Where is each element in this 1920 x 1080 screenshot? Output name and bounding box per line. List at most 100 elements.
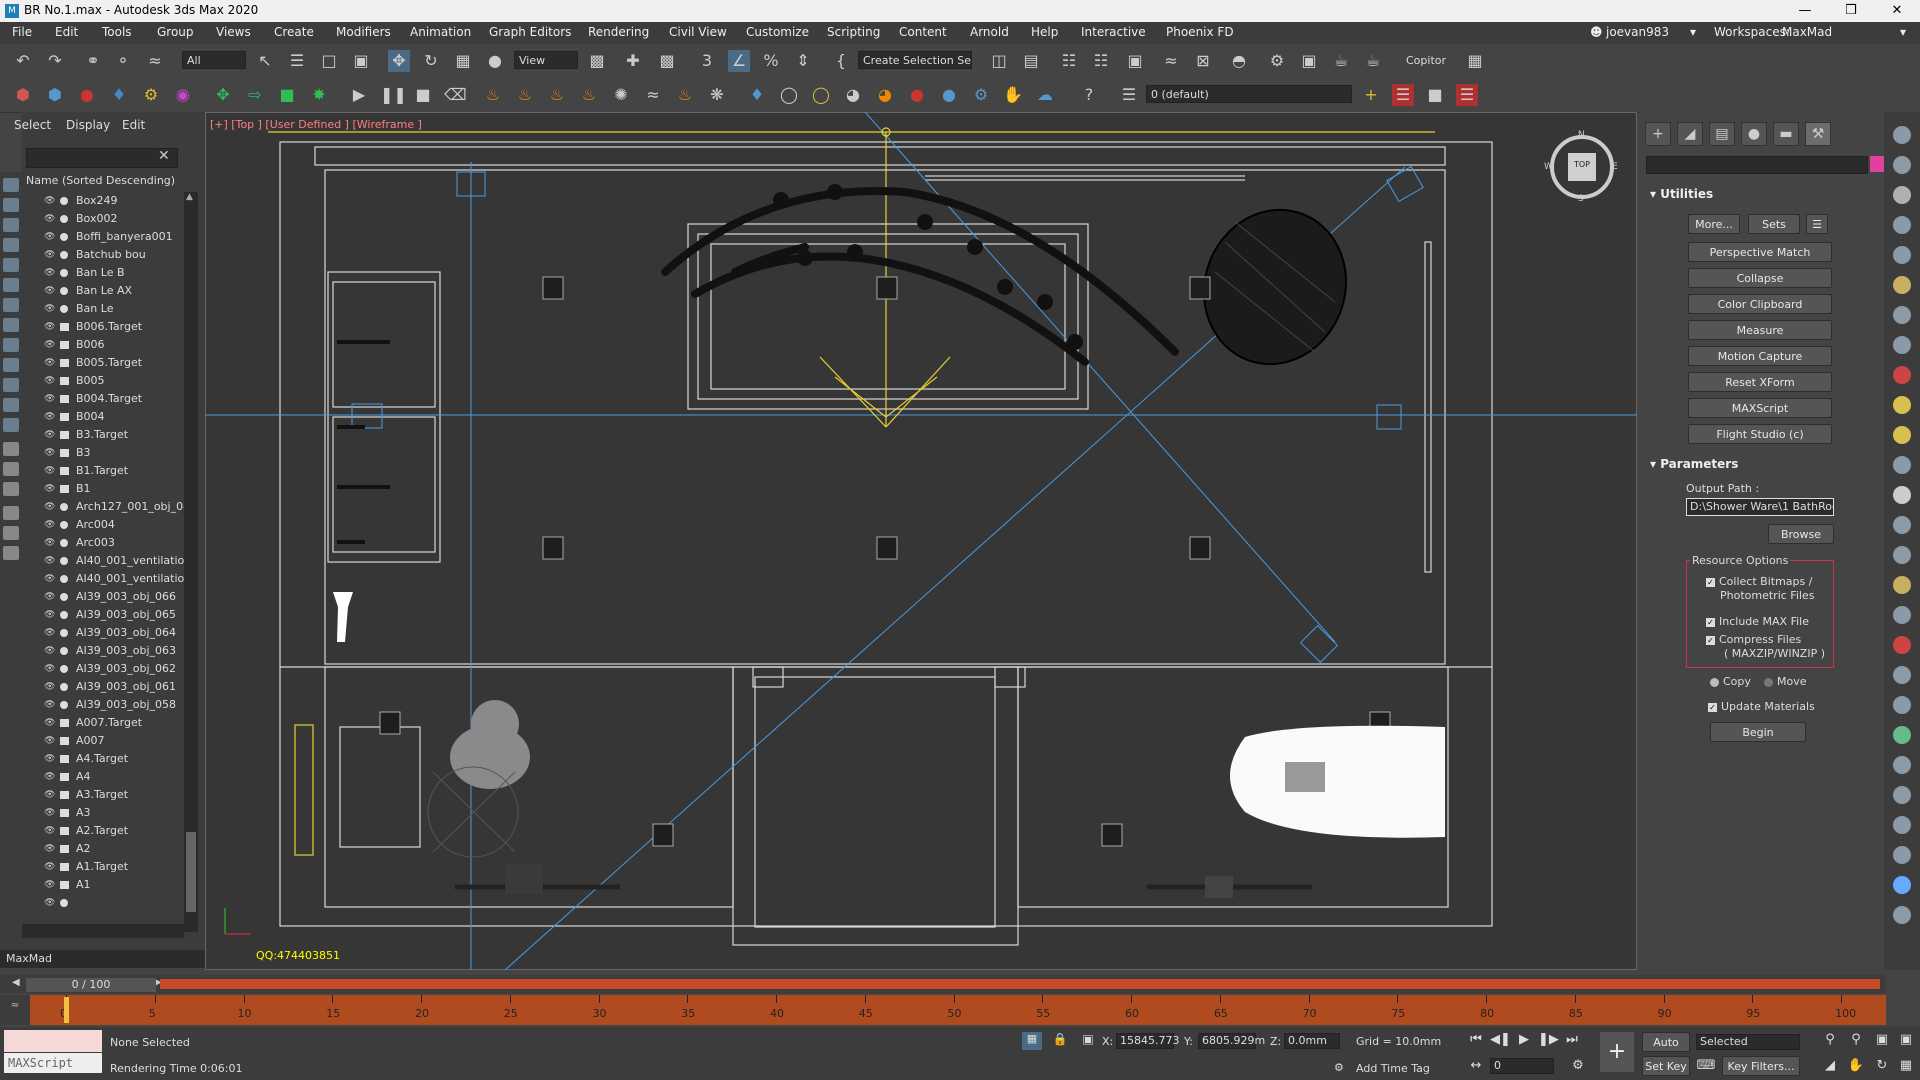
bowl-icon[interactable]: ◕ <box>842 84 864 106</box>
plugin-tool-icon[interactable] <box>1893 576 1911 594</box>
user-icon[interactable]: ☻ <box>1590 25 1603 39</box>
menu-tools[interactable]: Tools <box>102 25 132 39</box>
ocean-icon[interactable]: ◕ <box>874 84 896 106</box>
list-item[interactable]: 👁 B006.Target <box>22 318 184 336</box>
visibility-eye-icon[interactable]: 👁 <box>44 570 55 588</box>
bucket-icon[interactable]: ◯ <box>810 84 832 106</box>
list-item[interactable]: 👁 A3 <box>22 804 184 822</box>
include-max-file-checkbox[interactable]: ✓ Include MAX File <box>1706 615 1809 628</box>
glass-icon[interactable]: ◯ <box>778 84 800 106</box>
begin-button[interactable]: Begin <box>1710 722 1806 742</box>
sim-blue-icon[interactable]: ● <box>938 84 960 106</box>
ribbon-icon[interactable]: ▣ <box>1124 50 1146 72</box>
explorer-tool-icon[interactable] <box>3 318 19 332</box>
visibility-eye-icon[interactable]: 👁 <box>44 498 55 516</box>
key-tangent-icon[interactable]: ⌨ <box>1696 1056 1716 1076</box>
menu-animation[interactable]: Animation <box>410 25 471 39</box>
explorer-tool-icon[interactable] <box>3 398 19 412</box>
hierarchy-tab-icon[interactable]: ▤ <box>1709 122 1735 146</box>
snaps-toggle-icon[interactable]: 3 <box>696 50 718 72</box>
display-tab-icon[interactable]: ▬ <box>1773 122 1799 146</box>
zoom-extents-all-icon[interactable]: ▣ <box>1896 1030 1916 1050</box>
scene-explorer-icon[interactable]: ☷ <box>1058 50 1080 72</box>
plugin-tool-icon[interactable] <box>1893 876 1911 894</box>
list-item[interactable]: 👁 B1 <box>22 480 184 498</box>
visibility-eye-icon[interactable]: 👁 <box>44 894 55 912</box>
list-item[interactable]: 👁 Ban Le AX <box>22 282 184 300</box>
explorer-tool-icon[interactable] <box>3 506 19 520</box>
tab-edit[interactable]: Edit <box>122 118 145 132</box>
tab-select[interactable]: Select <box>14 118 51 132</box>
list-item[interactable]: 👁 AI39_003_obj_061 <box>22 678 184 696</box>
zoom-extents-icon[interactable]: ▣ <box>1872 1030 1892 1050</box>
visibility-eye-icon[interactable]: 👁 <box>44 786 55 804</box>
browse-button[interactable]: Browse <box>1768 524 1834 544</box>
workspace-select[interactable]: MaxMad <box>1782 25 1832 39</box>
lock-icon[interactable]: 🔒 <box>1050 1032 1070 1050</box>
list-item[interactable]: 👁 Arc004 <box>22 516 184 534</box>
utilities-tab-icon[interactable]: ⚒ <box>1805 122 1831 146</box>
explorer-tool-icon[interactable] <box>3 442 19 456</box>
next-key-icon[interactable]: ❚▶ <box>1538 1030 1559 1050</box>
select-manipulate-icon[interactable]: ✚ <box>622 50 644 72</box>
plugin-tool-icon[interactable] <box>1893 336 1911 354</box>
list-item[interactable]: 👁 A1 <box>22 876 184 894</box>
visibility-eye-icon[interactable]: 👁 <box>44 480 55 498</box>
explorer-tool-icon[interactable] <box>3 378 19 392</box>
reference-coordinate-dropdown[interactable]: View <box>514 51 578 69</box>
isolate-icon[interactable]: ▦ <box>1022 1032 1042 1050</box>
plugin-tool-icon[interactable] <box>1893 306 1911 324</box>
y-coordinate-field[interactable]: 6805.929m <box>1198 1033 1265 1049</box>
chevron-down-icon[interactable]: ▾ <box>1690 25 1696 39</box>
zoom-icon[interactable]: ⚲ <box>1820 1030 1840 1050</box>
visibility-eye-icon[interactable]: 👁 <box>44 858 55 876</box>
visibility-eye-icon[interactable]: 👁 <box>44 822 55 840</box>
visibility-eye-icon[interactable]: 👁 <box>44 750 55 768</box>
selection-filter-dropdown[interactable]: All <box>182 51 246 69</box>
track-bar[interactable]: 0510152025303540455055606570758085909510… <box>30 995 1886 1025</box>
current-frame-field[interactable]: 0 <box>1490 1058 1554 1074</box>
menu-edit[interactable]: Edit <box>55 25 78 39</box>
list-item[interactable]: 👁 B1.Target <box>22 462 184 480</box>
wind-icon[interactable]: ≈ <box>642 84 664 106</box>
list-item[interactable]: 👁 A4 <box>22 768 184 786</box>
menu-phoenix-fd[interactable]: Phoenix FD <box>1166 25 1234 39</box>
undo-icon[interactable]: ↶ <box>12 50 34 72</box>
explorer-tool-icon[interactable] <box>3 198 19 212</box>
compress-files-checkbox[interactable]: ✓ Compress Files <box>1706 633 1801 646</box>
set-key-big-icon[interactable]: + <box>1600 1032 1634 1072</box>
time-config-icon[interactable]: ⚙ <box>1568 1056 1588 1076</box>
visibility-eye-icon[interactable]: 👁 <box>44 192 55 210</box>
explorer-tool-icon[interactable] <box>3 258 19 272</box>
menu-civil-view[interactable]: Civil View <box>669 25 727 39</box>
modify-tab-icon[interactable]: ◢ <box>1677 122 1703 146</box>
list-item[interactable]: 👁 A1.Target <box>22 858 184 876</box>
more-button[interactable]: More... <box>1688 214 1740 234</box>
add-layer-icon[interactable]: + <box>1360 84 1382 106</box>
sim-cloud-icon[interactable]: ☁ <box>1034 84 1056 106</box>
plugin-tool-icon[interactable] <box>1893 396 1911 414</box>
menu-interactive[interactable]: Interactive <box>1081 25 1146 39</box>
rendered-frame-icon[interactable]: ▣ <box>1298 50 1320 72</box>
create-selection-set-dropdown[interactable]: Create Selection Se <box>858 51 972 69</box>
list-item[interactable]: 👁 A007 <box>22 732 184 750</box>
ring-purple-icon[interactable]: ◉ <box>172 84 194 106</box>
plugin-tool-icon[interactable] <box>1893 816 1911 834</box>
fire-4-icon[interactable]: ♨ <box>578 84 600 106</box>
list-item[interactable]: 👁 B005 <box>22 372 184 390</box>
plugin-tool-icon[interactable] <box>1893 696 1911 714</box>
plugin-tool-icon[interactable] <box>1893 786 1911 804</box>
plugin-tool-icon[interactable] <box>1893 156 1911 174</box>
time-slider-thumb[interactable]: 0 / 100 <box>26 978 156 992</box>
box-green-icon[interactable]: ■ <box>276 84 298 106</box>
render-iterative-icon[interactable]: ☕ <box>1362 50 1384 72</box>
column-header[interactable]: Name (Sorted Descending) <box>22 172 205 190</box>
viewport-label[interactable]: [+] [Top ] [User Defined ] [Wireframe ] <box>210 118 422 131</box>
window-crossing-icon[interactable]: ▣ <box>350 50 372 72</box>
prev-frame-icon[interactable]: ◀ <box>12 977 20 988</box>
visibility-eye-icon[interactable]: 👁 <box>44 426 55 444</box>
add-time-tag[interactable]: Add Time Tag <box>1356 1062 1430 1075</box>
plugin-tool-icon[interactable] <box>1893 276 1911 294</box>
utility-button[interactable]: Perspective Match <box>1688 242 1832 262</box>
explorer-tool-icon[interactable] <box>3 546 19 560</box>
